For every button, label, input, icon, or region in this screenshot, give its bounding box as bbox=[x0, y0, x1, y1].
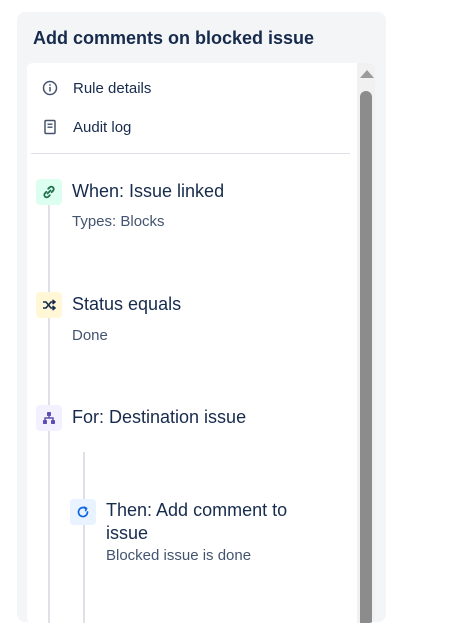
action-title-line1: Then: Add comment to bbox=[106, 500, 288, 520]
scroll-up-arrow[interactable] bbox=[360, 70, 374, 78]
hierarchy-icon bbox=[36, 405, 62, 431]
condition-subtitle: Done bbox=[72, 327, 108, 344]
audit-log-label: Audit log bbox=[73, 118, 132, 136]
branch-connector-line bbox=[83, 452, 85, 623]
trigger-title: When: Issue linked bbox=[72, 181, 225, 201]
scrollbar-thumb[interactable] bbox=[360, 91, 372, 623]
rule-details-link[interactable]: Rule details bbox=[40, 77, 151, 99]
info-icon bbox=[40, 78, 60, 98]
panel-title: Add comments on blocked issue bbox=[33, 28, 315, 48]
divider bbox=[31, 153, 350, 154]
audit-log-link[interactable]: Audit log bbox=[40, 116, 131, 138]
shuffle-icon bbox=[36, 292, 62, 318]
link-icon bbox=[36, 179, 62, 205]
condition-title: Status equals bbox=[72, 294, 182, 314]
trigger-subtitle: Types: Blocks bbox=[72, 213, 165, 230]
rule-card: Rule details Audit log When: Issue linke… bbox=[27, 63, 375, 623]
refresh-icon bbox=[70, 499, 96, 525]
rule-details-label: Rule details bbox=[73, 79, 152, 97]
branch-title: For: Destination issue bbox=[72, 407, 247, 427]
audit-log-icon bbox=[40, 117, 60, 137]
action-subtitle: Blocked issue is done bbox=[106, 547, 252, 564]
action-title-line2: issue bbox=[106, 523, 149, 543]
rule-panel: Add comments on blocked issue Rule detai… bbox=[17, 12, 386, 623]
